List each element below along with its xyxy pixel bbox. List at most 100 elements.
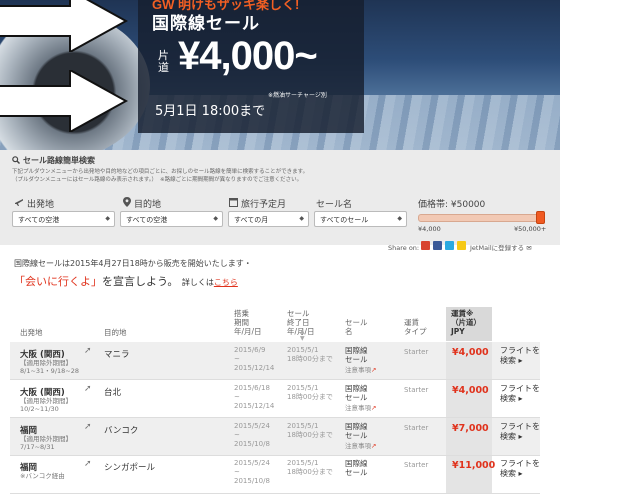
mail-icon: ✉ (526, 244, 532, 252)
row-sale-note: 注意事項 (345, 442, 371, 450)
col-header-sale-name[interactable]: セール 名 (345, 318, 368, 336)
price-max-label: ¥50,000+ (514, 225, 547, 233)
route-arrow-icon: ➚ (84, 459, 92, 469)
sale-announcement: 国際線セールは2015年4月27日18時から販売を開始いたします・ (14, 259, 252, 268)
chevron-down-icon: ◆ (299, 215, 304, 222)
destination-select[interactable]: すべての空港 ◆ (120, 211, 223, 227)
route-arrow-icon: ➚ (84, 346, 92, 356)
row-travel-period: 2015/6/18 ~ 2015/12/14 (234, 384, 275, 410)
row-sale-end: 2015/5/1 18時00分まで (287, 422, 333, 439)
row-sale-note: 注意事項 (345, 404, 371, 412)
banner-date: 5月1日 18:00まで (155, 104, 266, 119)
banner-price: ¥4,000~ (178, 34, 318, 78)
row-price: ¥4,000 (452, 385, 489, 396)
row-fare-type: Starter (404, 386, 429, 394)
row-sale-name: 国際線 セール (345, 459, 368, 477)
arrow-right-icon (0, 70, 128, 132)
row-origin-note: 【適用除外期間】 8/1~31・9/18~28 (20, 359, 79, 375)
col-header-origin[interactable]: 出発地 (20, 328, 43, 337)
jetmail-register-link[interactable]: JetMailに登録する ✉ (470, 242, 532, 252)
chevron-down-icon: ◆ (105, 215, 110, 222)
external-link-icon: ↗ (371, 366, 377, 374)
row-sale-name: 国際線 セール (345, 346, 368, 364)
banner-fare-label: 片道 (158, 49, 169, 74)
sale-name-select-value: すべてのセール (320, 216, 369, 224)
origin-select-value: すべての空港 (18, 216, 60, 224)
arrow-right-icon (0, 0, 128, 52)
search-flight-link[interactable]: フライトを 検索 ▸ (500, 384, 540, 404)
origin-select[interactable]: すべての空港 ◆ (12, 211, 115, 227)
external-link-icon: ↗ (371, 442, 377, 450)
price-slider-handle[interactable] (536, 211, 545, 224)
row-destination: バンコク (104, 426, 139, 436)
col-header-fare[interactable]: 運賃※ （片道） JPY (451, 309, 481, 336)
tagline-rest: を宣言しよう。 (102, 275, 179, 288)
favorite-icon[interactable] (457, 241, 466, 250)
route-arrow-icon: ➚ (84, 384, 92, 394)
row-sale-end: 2015/5/1 18時00分まで (287, 384, 333, 401)
tagline: 「会いに行くよ」を宣言しよう。 詳しくはこちら (14, 273, 238, 289)
sale-name-label: セール名 (316, 200, 353, 210)
row-destination: マニラ (104, 350, 130, 360)
destination-label: 目的地 (134, 200, 162, 210)
row-fare-type: Starter (404, 461, 429, 469)
jetmail-register-text: JetMailに登録する (470, 244, 525, 252)
travel-month-select-value: すべての月 (234, 216, 269, 224)
search-description: （プルダウンメニューにはセール路線のみ表示されます。） (12, 177, 158, 183)
external-link-icon: ↗ (371, 404, 377, 412)
details-prefix: 詳しくは (181, 278, 214, 287)
row-fare-type: Starter (404, 424, 429, 432)
google-plus-icon[interactable] (421, 241, 430, 250)
plane-icon (15, 199, 23, 206)
origin-label: 出発地 (27, 200, 55, 210)
twitter-icon[interactable] (445, 241, 454, 250)
search-description: 下記プルダウンメニューから出発地や目的地などの項目ごとに、お探しのセール路線を簡… (12, 169, 309, 175)
share-on-label: Share on: (388, 244, 420, 252)
search-panel-title: セール路線簡単検索 (23, 156, 95, 165)
chevron-down-icon: ◆ (397, 215, 402, 222)
col-header-fare-type[interactable]: 運賃 タイプ (404, 318, 427, 336)
row-sale-name: 国際線 セール (345, 384, 368, 402)
row-price: ¥7,000 (452, 423, 489, 434)
search-icon (12, 156, 20, 164)
banner-surcharge-note: ※燃油サーチャージ別 (268, 92, 327, 99)
details-link[interactable]: こちら (214, 278, 238, 287)
travel-month-select[interactable]: すべての月 ◆ (228, 211, 309, 227)
sort-icon[interactable]: ▲ ▼ (300, 328, 305, 342)
row-sale-end: 2015/5/1 18時00分まで (287, 459, 333, 476)
row-sale-note: 注意事項 (345, 366, 371, 374)
row-sale-end: 2015/5/1 18時00分まで (287, 346, 333, 363)
col-header-destination[interactable]: 目的地 (104, 328, 127, 337)
search-flight-link[interactable]: フライトを 検索 ▸ (500, 459, 540, 479)
row-sale-note-link[interactable]: 注意事項↗ (345, 440, 376, 450)
row-travel-period: 2015/5/24 ~ 2015/10/8 (234, 459, 270, 485)
row-price: ¥11,000 (452, 460, 496, 471)
price-min-label: ¥4,000 (418, 225, 441, 233)
page-margin (560, 0, 640, 150)
row-sale-note-link[interactable]: 注意事項↗ (345, 364, 376, 374)
map-pin-icon (123, 197, 131, 207)
sale-name-select[interactable]: すべてのセール ◆ (314, 211, 407, 227)
row-destination: シンガポール (104, 463, 156, 473)
row-sale-name: 国際線 セール (345, 422, 368, 440)
row-travel-period: 2015/6/9 ~ 2015/12/14 (234, 346, 275, 372)
banner-sale-title: 国際線セール (152, 14, 260, 34)
destination-select-value: すべての空港 (126, 216, 168, 224)
row-sale-note-link[interactable]: 注意事項↗ (345, 402, 376, 412)
search-description: ※路線ごとに期間期間が異なりますのでご注意ください。 (160, 177, 303, 183)
price-band-label: 価格帯: ¥50000 (418, 200, 486, 210)
row-fare-type: Starter (404, 348, 429, 356)
travel-month-label: 旅行予定月 (241, 200, 287, 210)
route-arrow-icon: ➚ (84, 422, 92, 432)
search-flight-link[interactable]: フライトを 検索 ▸ (500, 422, 540, 442)
calendar-icon (229, 198, 238, 207)
row-origin-note: ※バンコク経由 (20, 472, 65, 480)
price-slider-track[interactable] (418, 214, 544, 222)
row-origin-note: 【適用除外期間】 7/17~8/31 (20, 435, 72, 451)
search-flight-link[interactable]: フライトを 検索 ▸ (500, 346, 540, 366)
col-header-travel-period[interactable]: 搭乗 期間 年/月/日 (234, 309, 262, 336)
facebook-icon[interactable] (433, 241, 442, 250)
row-origin-note: 【適用除外期間】 10/2~11/30 (20, 397, 72, 413)
chevron-down-icon: ◆ (213, 215, 218, 222)
page-margin (560, 150, 640, 245)
